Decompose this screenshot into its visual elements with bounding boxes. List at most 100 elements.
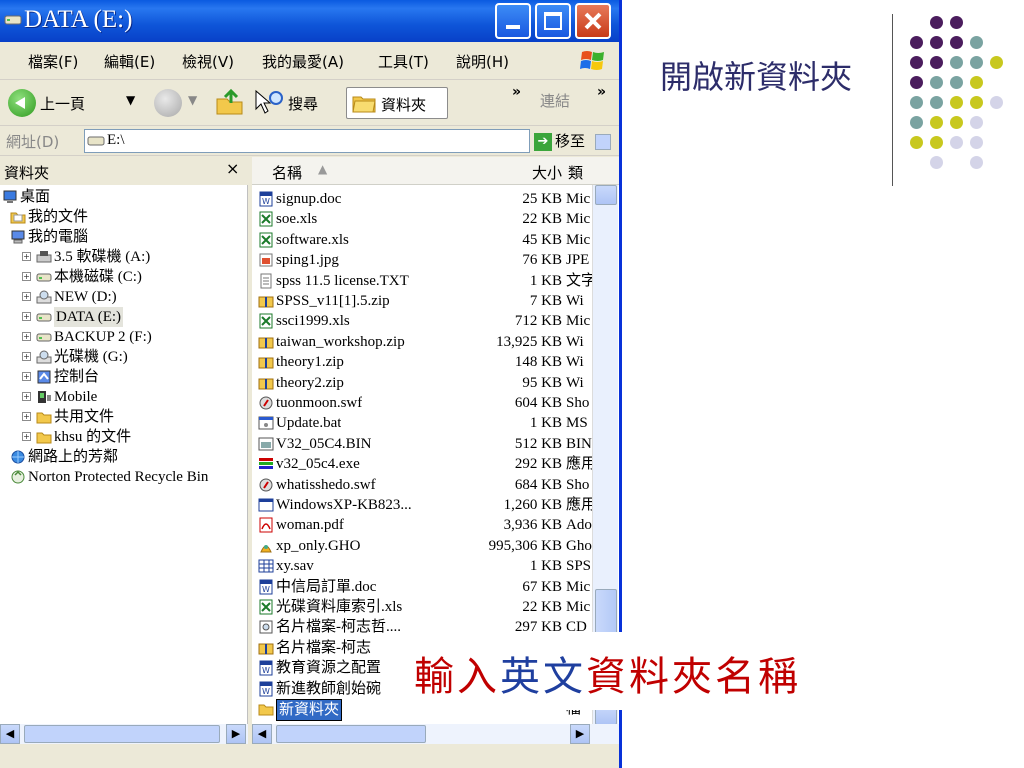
file-row[interactable]: theory2.zip 95 KB Wi <box>252 373 592 393</box>
scroll-thumb[interactable] <box>24 725 220 743</box>
expand-toggle-icon[interactable]: + <box>22 372 31 381</box>
decorative-dot <box>970 116 983 129</box>
expand-toggle-icon[interactable]: + <box>22 312 31 321</box>
file-row[interactable]: 光碟資料庫索引.xls 22 KB Mic <box>252 597 592 617</box>
menu-favorites[interactable]: 我的最愛(A) <box>262 51 344 72</box>
file-row[interactable]: theory1.zip 148 KB Wi <box>252 352 592 372</box>
go-button[interactable]: ➔ 移至 <box>534 130 585 151</box>
folder-tree-label: 光碟機 (G:) <box>54 349 128 365</box>
search-button[interactable]: 搜尋 <box>252 87 344 119</box>
file-type: Mic <box>566 231 591 248</box>
folder-tree-label: DATA (E:) <box>54 307 124 327</box>
close-button[interactable] <box>575 3 611 39</box>
folders-toggle-button[interactable]: 資料夾 <box>346 87 448 119</box>
file-row[interactable]: Update.bat 1 KB MS <box>252 413 592 433</box>
back-arrow-icon <box>8 89 36 117</box>
file-size: 684 KB <box>514 476 562 493</box>
instruction-char: 文 <box>543 654 586 700</box>
my-documents-icon <box>10 212 26 224</box>
file-name: spss 11.5 license.TXT <box>276 272 409 289</box>
decorative-dot <box>930 96 943 109</box>
file-type: Mic <box>566 191 591 207</box>
chevron-down-icon[interactable] <box>595 134 611 150</box>
maximize-button[interactable] <box>535 3 571 39</box>
file-row[interactable]: software.xls 45 KB Mic <box>252 230 592 250</box>
folder-name-input[interactable]: 新資料夾 <box>276 699 343 721</box>
scroll-left-button[interactable]: ◀ <box>0 724 20 744</box>
column-type[interactable]: 類 <box>568 162 583 183</box>
exe-icon <box>259 458 273 470</box>
expand-toggle-icon[interactable]: + <box>22 272 31 281</box>
file-row[interactable]: tuonmoon.swf 604 KB Sho <box>252 393 592 413</box>
file-name: taiwan_workshop.zip <box>276 333 405 350</box>
menu-edit[interactable]: 編輯(E) <box>104 51 155 72</box>
svg-text:W: W <box>262 197 270 206</box>
expand-toggle-icon[interactable]: + <box>22 252 31 261</box>
address-bar: 網址(D) E:\ ➔ 移至 <box>0 126 619 156</box>
expand-toggle-icon[interactable]: + <box>22 432 31 441</box>
toolbar-overflow-button[interactable]: » <box>512 84 521 100</box>
menu-help[interactable]: 說明(H) <box>456 51 509 72</box>
expand-toggle-icon[interactable]: + <box>22 332 31 341</box>
file-row[interactable]: sping1.jpg 76 KB JPE <box>252 250 592 270</box>
file-name: V32_05C4.BIN <box>276 435 372 452</box>
cd-file-icon <box>259 620 273 634</box>
file-size: 45 KB <box>522 231 562 248</box>
instruction-text: 輸入英文資料夾名稱 <box>414 644 801 702</box>
scroll-left-button[interactable]: ◀ <box>252 724 272 744</box>
column-name[interactable]: 名稱 <box>272 162 302 183</box>
scroll-thumb[interactable] <box>276 725 426 743</box>
close-icon <box>584 12 602 30</box>
scroll-right-button[interactable]: ▶ <box>226 724 246 744</box>
file-row[interactable]: xp_only.GHO 995,306 KB Gho <box>252 536 592 556</box>
forward-button[interactable]: ▼ <box>150 87 210 119</box>
file-row[interactable]: V32_05C4.BIN 512 KB BIN <box>252 434 592 454</box>
folder-tree-label: NEW (D:) <box>54 289 117 305</box>
column-size[interactable]: 大小 <box>502 162 562 183</box>
file-row[interactable]: v32_05c4.exe 292 KB應用 <box>252 454 592 474</box>
file-row[interactable]: taiwan_workshop.zip 13,925 KB Wi <box>252 332 592 352</box>
links-label[interactable]: 連結 <box>540 90 570 111</box>
files-horizontal-scrollbar[interactable]: ◀ ▶ <box>252 724 619 744</box>
file-name: 名片檔案-柯志哲.... <box>276 619 401 636</box>
links-overflow-button[interactable]: » <box>597 84 606 100</box>
file-row[interactable]: ssci1999.xls 712 KB Mic <box>252 311 592 331</box>
file-name: tuonmoon.swf <box>276 395 363 411</box>
file-row[interactable]: soe.xls 22 KB Mic <box>252 209 592 229</box>
menu-view[interactable]: 檢視(V) <box>182 51 234 72</box>
file-row[interactable]: woman.pdf 3,936 KB Ado <box>252 515 592 535</box>
scroll-up-button[interactable] <box>595 185 617 205</box>
file-row[interactable]: SPSS_v11[1].5.zip 7 KB Wi <box>252 291 592 311</box>
back-button[interactable]: 上一頁 ▼ <box>8 87 148 119</box>
file-type: BIN <box>566 435 592 452</box>
folders-horizontal-scrollbar[interactable]: ◀ ▶ <box>0 724 248 744</box>
file-row[interactable]: W 中信局訂單.doc 67 KB Mic <box>252 577 592 597</box>
expand-toggle-icon[interactable]: + <box>22 392 31 401</box>
address-input[interactable]: E:\ <box>84 129 611 153</box>
chevron-down-icon[interactable]: ▼ <box>126 93 135 107</box>
minimize-button[interactable] <box>495 3 531 39</box>
title-bar[interactable]: DATA (E:) <box>0 0 619 42</box>
file-row[interactable]: spss 11.5 license.TXT 1 KB文字 <box>252 271 592 291</box>
file-row[interactable]: whatisshedo.swf 684 KB Sho <box>252 475 592 495</box>
file-row[interactable]: Wsignup.doc 25 KB Mic <box>252 189 592 209</box>
close-pane-icon[interactable]: × <box>226 159 239 178</box>
file-type: MS <box>566 415 588 432</box>
file-size: 67 KB <box>522 578 562 595</box>
folder-tree-label: khsu 的文件 <box>54 429 132 445</box>
file-row[interactable]: WindowsXP-KB823... 1,260 KB應用 <box>252 495 592 515</box>
decorative-dot <box>910 116 923 129</box>
up-folder-button[interactable] <box>214 87 250 119</box>
menu-tools[interactable]: 工具(T) <box>378 51 429 72</box>
expand-toggle-icon[interactable]: + <box>22 352 31 361</box>
svg-text:W: W <box>262 585 270 594</box>
folder-tree-label: 我的電腦 <box>28 229 89 245</box>
scroll-right-button[interactable]: ▶ <box>570 724 590 744</box>
chevron-down-icon[interactable]: ▼ <box>188 93 197 107</box>
expand-toggle-icon[interactable]: + <box>22 412 31 421</box>
file-row[interactable]: xy.sav 1 KB SPS <box>252 556 592 576</box>
menu-file[interactable]: 檔案(F) <box>28 51 78 72</box>
file-name: xp_only.GHO <box>276 537 361 554</box>
expand-toggle-icon[interactable]: + <box>22 292 31 301</box>
folder-tree-label: Norton Protected Recycle Bin <box>28 469 209 485</box>
